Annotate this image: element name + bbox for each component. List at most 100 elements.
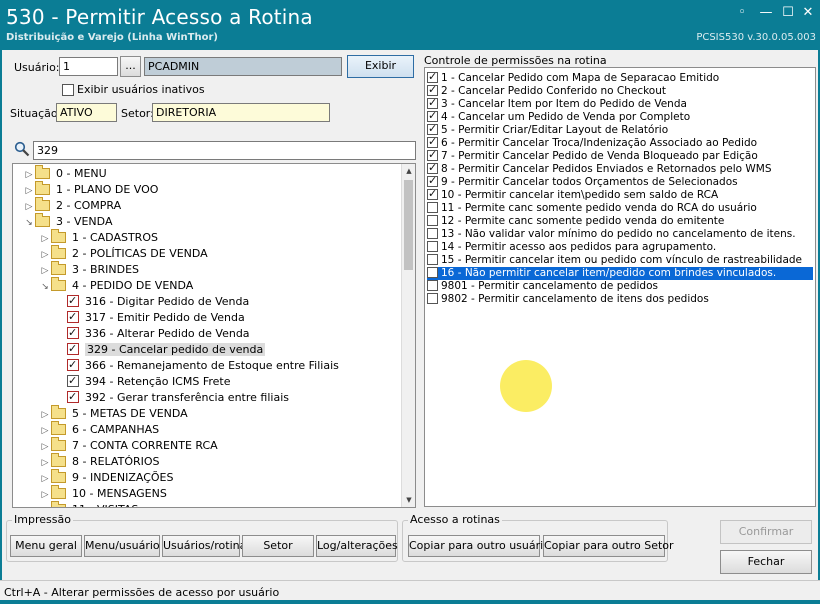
tree-checkbox[interactable]	[67, 325, 79, 341]
tree-rotina[interactable]: 392 - Gerar transferência entre filiais	[55, 389, 289, 406]
collapsed-arrow-icon[interactable]: ▷	[39, 263, 51, 279]
menu-geral-button[interactable]: Menu geral	[10, 535, 82, 557]
usuario-code-input[interactable]: 1	[59, 57, 118, 76]
tree-checkbox[interactable]	[67, 357, 79, 373]
copiar-usuario-button[interactable]: Copiar para outro usuário	[408, 535, 550, 557]
tree-rotina[interactable]: 317 - Emitir Pedido de Venda	[55, 309, 245, 326]
permission-item[interactable]: 14 - Permitir acesso aos pedidos para ag…	[427, 240, 813, 254]
permission-item[interactable]: 2 - Cancelar Pedido Conferido no Checkou…	[427, 83, 813, 98]
rotina-search-input[interactable]: 329	[33, 141, 416, 160]
exibir-button[interactable]: Exibir	[347, 55, 414, 78]
permission-item[interactable]: 7 - Permitir Cancelar Pedido de Venda Bl…	[427, 148, 813, 163]
permission-checkbox[interactable]	[427, 227, 438, 239]
collapsed-arrow-icon[interactable]: ▷	[23, 183, 35, 199]
permission-checkbox[interactable]	[427, 253, 438, 265]
collapsed-arrow-icon[interactable]: ▷	[23, 199, 35, 215]
tree-rotina[interactable]: 336 - Alterar Pedido de Venda	[55, 325, 250, 342]
collapsed-arrow-icon[interactable]: ▷	[39, 439, 51, 455]
permission-checkbox[interactable]	[427, 70, 438, 83]
permission-checkbox[interactable]	[427, 174, 438, 187]
permission-item[interactable]: 10 - Permitir cancelar item\pedido sem s…	[427, 187, 813, 202]
permission-checkbox[interactable]	[427, 83, 438, 96]
search-user-button[interactable]: ...	[120, 56, 141, 77]
tree-folder[interactable]: ▷ 11 - VISITAS	[39, 500, 138, 507]
scroll-thumb[interactable]	[404, 180, 413, 270]
collapsed-arrow-icon[interactable]: ▷	[39, 471, 51, 487]
permission-item[interactable]: 12 - Permite canc somente pedido venda d…	[427, 214, 813, 228]
tree-scrollbar[interactable]: ▲ ▼	[401, 164, 415, 507]
permission-checkbox[interactable]	[427, 148, 438, 161]
permission-checkbox[interactable]	[427, 109, 438, 122]
permission-checkbox[interactable]	[427, 201, 438, 213]
expanded-arrow-icon[interactable]: ↘	[39, 279, 51, 295]
tree-folder[interactable]: ↘ 4 - PEDIDO DE VENDA	[39, 276, 193, 295]
tree-checkbox[interactable]	[67, 309, 79, 325]
main-area: Usuário: 1 ... PCADMIN Exibir Exibir usu…	[0, 50, 820, 580]
permission-checkbox[interactable]	[427, 266, 438, 278]
permission-checkbox[interactable]	[427, 279, 438, 291]
tree-node-label: 3 - BRINDES	[72, 263, 140, 276]
permission-checkbox[interactable]	[427, 187, 438, 200]
permission-item[interactable]: 8 - Permitir Cancelar Pedidos Enviados e…	[427, 161, 813, 176]
collapsed-arrow-icon[interactable]: ▷	[39, 503, 51, 507]
log-alteracoes-button[interactable]: Log/alterações	[316, 535, 398, 557]
tree-checkbox[interactable]	[67, 373, 79, 389]
permission-item[interactable]: 13 - Não validar valor mínimo do pedido …	[427, 227, 813, 241]
tree-rotina[interactable]: 366 - Remanejamento de Estoque entre Fil…	[55, 357, 339, 374]
permission-checkbox[interactable]	[427, 214, 438, 226]
rotina-tree[interactable]: ▷ 0 - MENU ▷ 1 - PLANO DE VOO ▷ 2 - COMPRA ↘ 3 …	[12, 163, 416, 508]
tree-folder[interactable]: ▷ 1 - PLANO DE VOO	[23, 180, 158, 199]
collapsed-arrow-icon[interactable]: ▷	[39, 407, 51, 423]
tree-checkbox[interactable]	[67, 389, 79, 405]
tree-checkbox[interactable]	[67, 341, 79, 357]
permission-checkbox[interactable]	[427, 161, 438, 174]
collapsed-arrow-icon[interactable]: ▷	[39, 455, 51, 471]
exibir-inativos-checkbox[interactable]	[62, 83, 74, 96]
permission-item[interactable]: 9802 - Permitir cancelamento de itens do…	[427, 292, 813, 306]
close-button[interactable]: ✕	[800, 6, 816, 22]
permission-checkbox[interactable]	[427, 240, 438, 252]
permission-checkbox[interactable]	[427, 135, 438, 148]
tree-rotina[interactable]: 316 - Digitar Pedido de Venda	[55, 293, 249, 310]
tree-folder[interactable]: ▷ 2 - POLÍTICAS DE VENDA	[39, 244, 208, 263]
tree-folder[interactable]: ▷ 9 - INDENIZAÇÕES	[39, 468, 173, 487]
usuarios-rotina-button[interactable]: Usuários/rotina	[162, 535, 246, 557]
fechar-button[interactable]: Fechar	[720, 550, 812, 574]
permission-item[interactable]: 9 - Permitir Cancelar todos Orçamentos d…	[427, 174, 813, 189]
permission-checkbox[interactable]	[427, 96, 438, 109]
collapsed-arrow-icon[interactable]: ▷	[39, 487, 51, 503]
tree-folder[interactable]: ↘ 3 - VENDA	[23, 212, 112, 231]
menu-usuario-button[interactable]: Menu/usuário	[84, 535, 160, 557]
scroll-up-icon[interactable]: ▲	[402, 164, 415, 178]
copiar-setor-button[interactable]: Copiar para outro Setor	[543, 535, 674, 557]
expanded-arrow-icon[interactable]: ↘	[23, 215, 35, 231]
collapsed-arrow-icon[interactable]: ▷	[39, 231, 51, 247]
permissions-list[interactable]: 1 - Cancelar Pedido com Mapa de Separaca…	[424, 67, 816, 507]
permission-item[interactable]: 15 - Permitir cancelar item ou pedido co…	[427, 253, 813, 267]
tree-checkbox[interactable]	[67, 293, 79, 309]
minimize-button[interactable]: —	[758, 6, 774, 22]
scroll-down-icon[interactable]: ▼	[402, 493, 415, 507]
permission-item[interactable]: 9801 - Permitir cancelamento de pedidos	[427, 279, 813, 293]
tree-folder[interactable]: ▷ 7 - CONTA CORRENTE RCA	[39, 436, 218, 455]
permission-checkbox[interactable]	[427, 122, 438, 135]
collapsed-arrow-icon[interactable]: ▷	[39, 423, 51, 439]
tree-rotina[interactable]: 394 - Retenção ICMS Frete	[55, 373, 231, 390]
permission-checkbox[interactable]	[427, 292, 438, 304]
tree-folder[interactable]: ▷ 5 - METAS DE VENDA	[39, 404, 188, 423]
tree-rotina[interactable]: 329 - Cancelar pedido de venda	[55, 341, 266, 358]
confirmar-button[interactable]: Confirmar	[720, 520, 812, 544]
permission-item[interactable]: 4 - Cancelar um Pedido de Venda por Comp…	[427, 109, 813, 124]
permission-item[interactable]: 16 - Não permitir cancelar item/pedido c…	[427, 266, 813, 280]
impressao-label: Impressão	[12, 513, 73, 526]
permission-item[interactable]: 1 - Cancelar Pedido com Mapa de Separaca…	[427, 70, 813, 85]
setor-button[interactable]: Setor	[242, 535, 314, 557]
maximize-button[interactable]: ☐	[780, 6, 796, 22]
collapsed-arrow-icon[interactable]: ▷	[23, 167, 35, 183]
collapsed-arrow-icon[interactable]: ▷	[39, 247, 51, 263]
permission-item[interactable]: 3 - Cancelar Item por Item do Pedido de …	[427, 96, 813, 111]
permission-item[interactable]: 11 - Permite canc somente pedido venda d…	[427, 201, 813, 215]
permission-item[interactable]: 5 - Permitir Criar/Editar Layout de Rela…	[427, 122, 813, 137]
permission-item[interactable]: 6 - Permitir Cancelar Troca/Indenização …	[427, 135, 813, 150]
help-icon[interactable]: ◦	[734, 6, 750, 22]
